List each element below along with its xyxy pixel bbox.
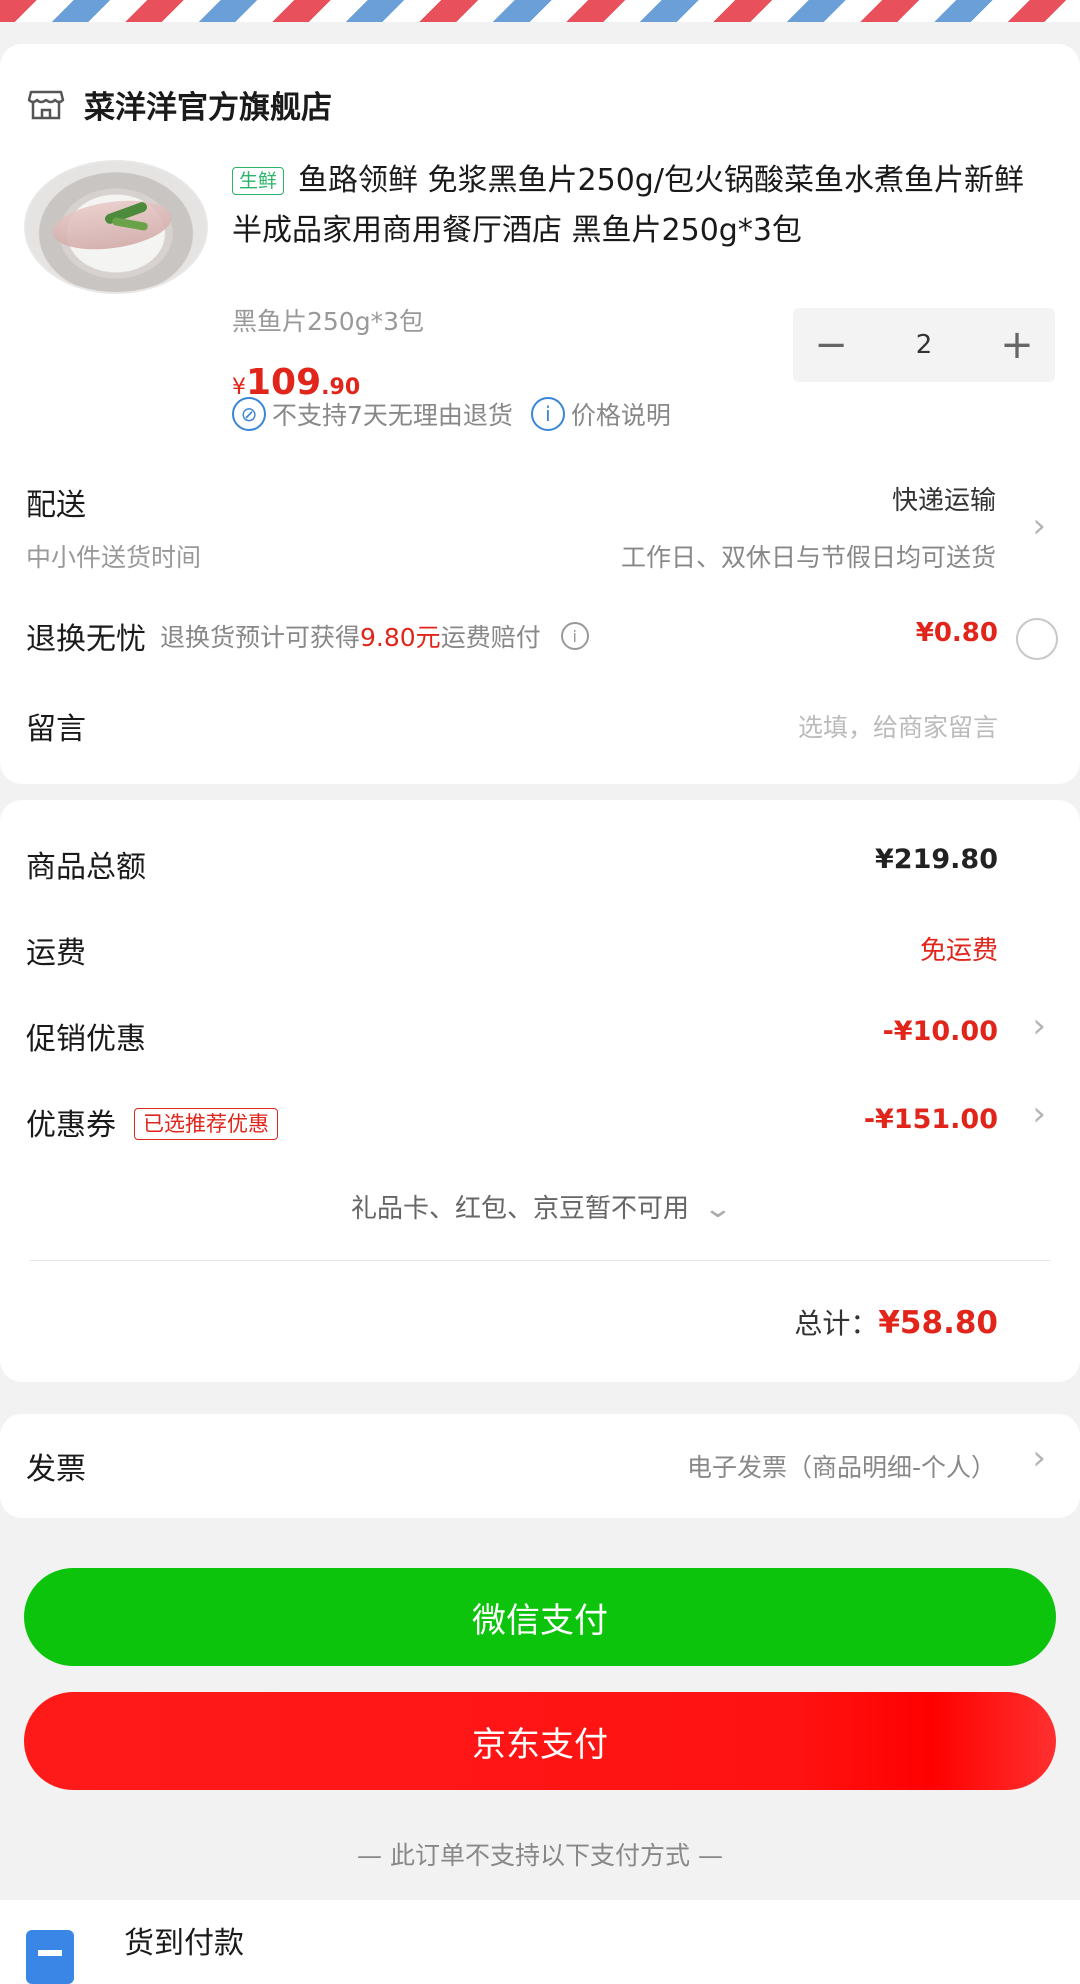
cash-on-delivery-icon	[26, 1930, 74, 1984]
product-image[interactable]	[24, 160, 208, 294]
product-spec: 黑鱼片250g*3包	[232, 307, 424, 336]
quantity-stepper: − 2 +	[793, 308, 1055, 382]
delivery-time-label: 中小件送货时间	[26, 543, 202, 572]
info-icon[interactable]: i	[560, 622, 589, 650]
cod-label: 货到付款	[124, 1926, 244, 1961]
invoice-label: 发票	[26, 1452, 86, 1487]
product-notes: ⊘ 不支持7天无理由退货 i 价格说明	[232, 396, 671, 432]
return-worry-amount: 9.80元	[360, 623, 441, 652]
store-icon	[27, 90, 65, 120]
delivery-label: 配送	[26, 488, 86, 523]
total-value: ¥58.80	[878, 1305, 998, 1341]
promo-label: 促销优惠	[26, 1022, 146, 1057]
increase-button[interactable]: +	[979, 308, 1055, 382]
coupon-label: 优惠券	[26, 1108, 116, 1143]
chevron-right-icon[interactable]: ›	[1032, 1094, 1046, 1134]
cod-option[interactable]: 货到付款	[0, 1900, 1080, 1984]
store-name: 菜洋洋官方旗舰店	[84, 89, 332, 126]
unsupported-methods-note: — 此订单不支持以下支付方式 —	[357, 1841, 723, 1870]
no-return-icon: ⊘	[232, 397, 266, 431]
delivery-method[interactable]: 快递运输	[892, 480, 996, 517]
wechat-pay-button[interactable]: 微信支付	[24, 1568, 1056, 1666]
goods-total-value: ¥219.80	[875, 844, 998, 875]
summary-divider	[30, 1260, 1050, 1261]
unavailable-toggle[interactable]: 礼品卡、红包、京豆暂不可用 ⌄	[0, 1188, 1080, 1225]
no-return-text: 不支持7天无理由退货	[272, 401, 513, 430]
airmail-stripe	[0, 0, 1080, 22]
chevron-right-icon: ›	[1032, 1438, 1046, 1478]
invoice-value: 电子发票（商品明细-个人）	[686, 1453, 996, 1482]
quantity-value[interactable]: 2	[916, 330, 933, 360]
message-input[interactable]: 选填，给商家留言	[798, 708, 998, 744]
shipping-label: 运费	[26, 936, 86, 971]
order-total: 总计： ¥58.80	[794, 1302, 998, 1342]
jd-pay-button[interactable]: 京东支付	[24, 1692, 1056, 1790]
return-worry-row[interactable]: 退换无忧 退换货预计可获得 9.80元 运费赔付 i	[26, 614, 589, 658]
order-item-card: 菜洋洋官方旗舰店 生鲜 鱼路领鲜 免浆黑鱼片250g/包火锅酸菜鱼水煮鱼片新鲜半成…	[0, 44, 1080, 784]
return-worry-price: ¥0.80	[915, 618, 998, 648]
return-worry-desc-prefix: 退换货预计可获得	[160, 623, 361, 652]
delivery-time-value[interactable]: 工作日、双休日与节假日均可送货	[621, 538, 996, 574]
price-explain-link[interactable]: 价格说明	[571, 396, 671, 432]
coupon-tag: 已选推荐优惠	[134, 1108, 278, 1140]
fresh-tag: 生鲜	[232, 167, 285, 195]
shipping-value: 免运费	[919, 936, 998, 966]
chevron-right-icon[interactable]: ›	[1032, 506, 1046, 546]
return-worry-desc-suffix: 运费赔付	[440, 623, 541, 652]
chevron-right-icon[interactable]: ›	[1032, 1006, 1046, 1046]
promo-value[interactable]: -¥10.00	[883, 1016, 998, 1047]
message-label: 留言	[26, 712, 86, 747]
store-header[interactable]: 菜洋洋官方旗舰店	[26, 74, 332, 134]
coupon-row[interactable]: 优惠券 已选推荐优惠	[26, 1100, 278, 1144]
invoice-row[interactable]: 发票 电子发票（商品明细-个人） ›	[0, 1414, 1080, 1518]
total-label: 总计：	[794, 1307, 879, 1340]
chevron-down-icon: ⌄	[702, 1194, 734, 1224]
product-title-text: 鱼路领鲜 免浆黑鱼片250g/包火锅酸菜鱼水煮鱼片新鲜半成品家用商用餐厅酒店 黑…	[232, 163, 1024, 248]
goods-total-label: 商品总额	[26, 850, 146, 885]
price-summary-card: 商品总额 ¥219.80 运费 免运费 促销优惠 -¥10.00 › 优惠券 已选…	[0, 800, 1080, 1382]
decrease-button[interactable]: −	[793, 308, 869, 382]
return-worry-radio[interactable]	[1016, 618, 1058, 660]
unavailable-text: 礼品卡、红包、京豆暂不可用	[350, 1194, 689, 1224]
info-icon[interactable]: i	[530, 397, 565, 431]
return-worry-label: 退换无忧	[26, 622, 146, 657]
product-title[interactable]: 生鲜 鱼路领鲜 免浆黑鱼片250g/包火锅酸菜鱼水煮鱼片新鲜半成品家用商用餐厅酒店…	[232, 156, 1042, 256]
coupon-value[interactable]: -¥151.00	[864, 1104, 998, 1135]
